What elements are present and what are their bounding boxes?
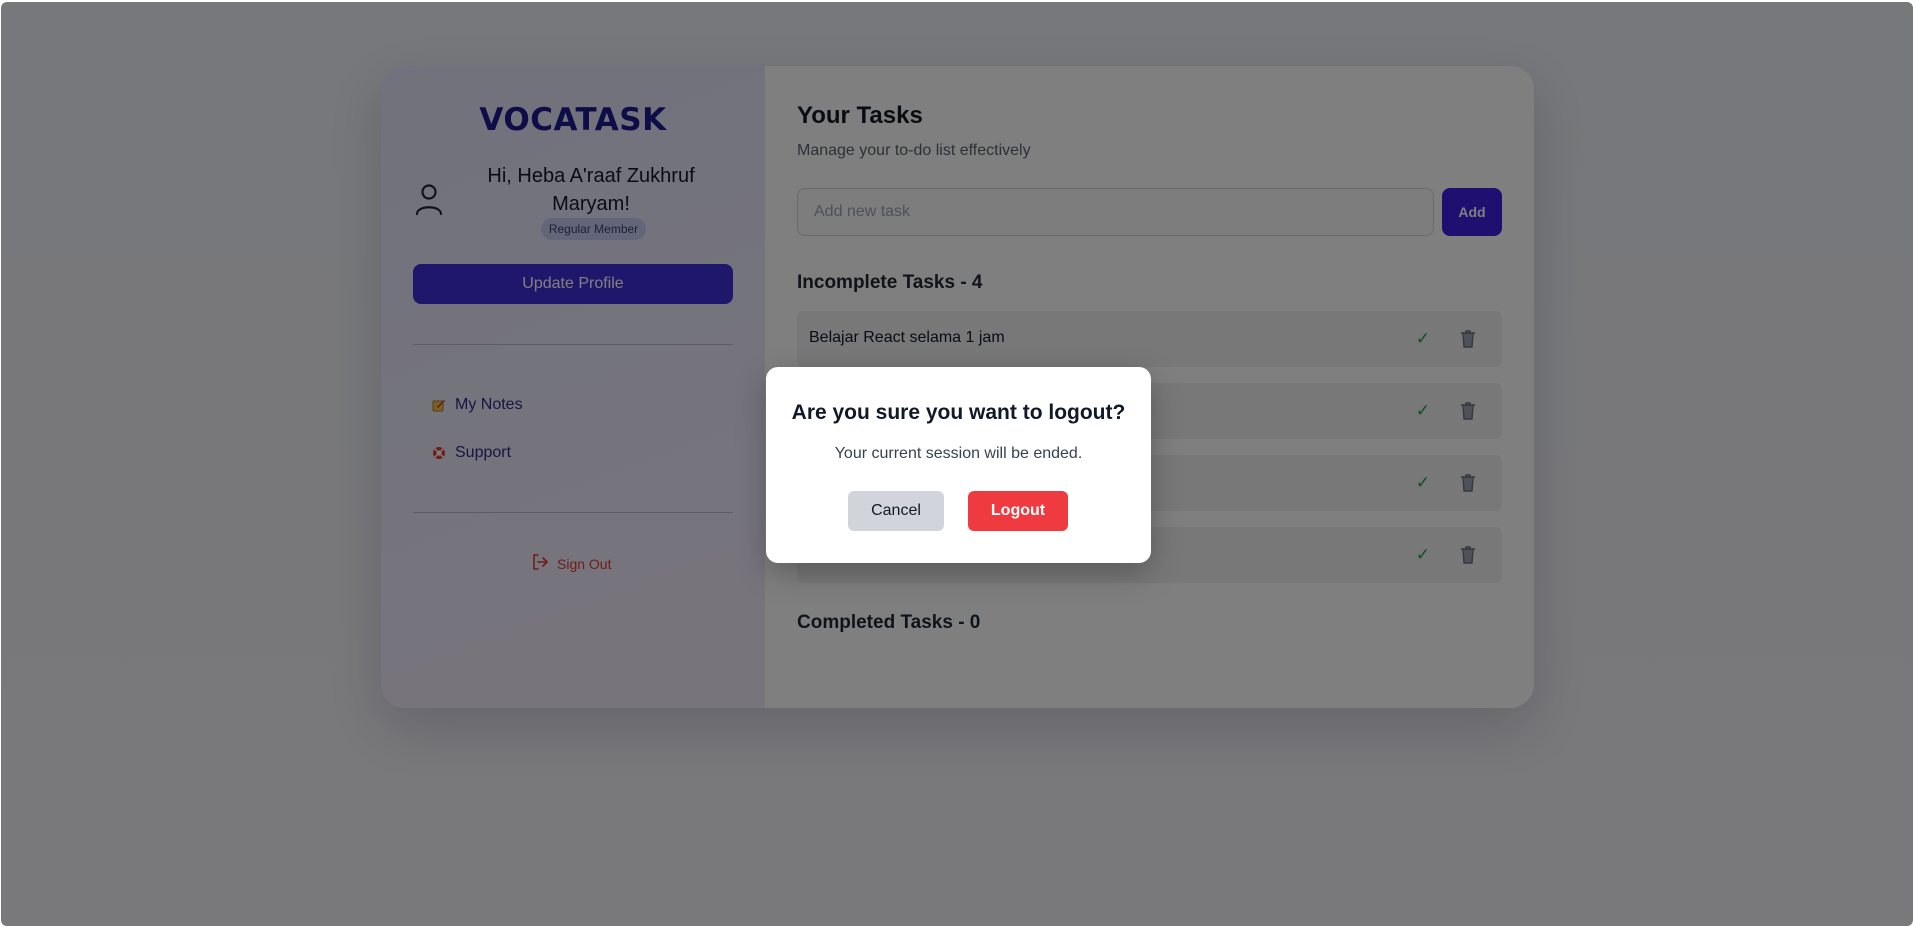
- logout-button[interactable]: Logout: [968, 491, 1068, 531]
- modal-title: Are you sure you want to logout?: [791, 401, 1126, 424]
- cancel-button[interactable]: Cancel: [848, 491, 944, 531]
- logout-modal: Are you sure you want to logout? Your cu…: [766, 367, 1151, 563]
- modal-message: Your current session will be ended.: [834, 445, 1083, 462]
